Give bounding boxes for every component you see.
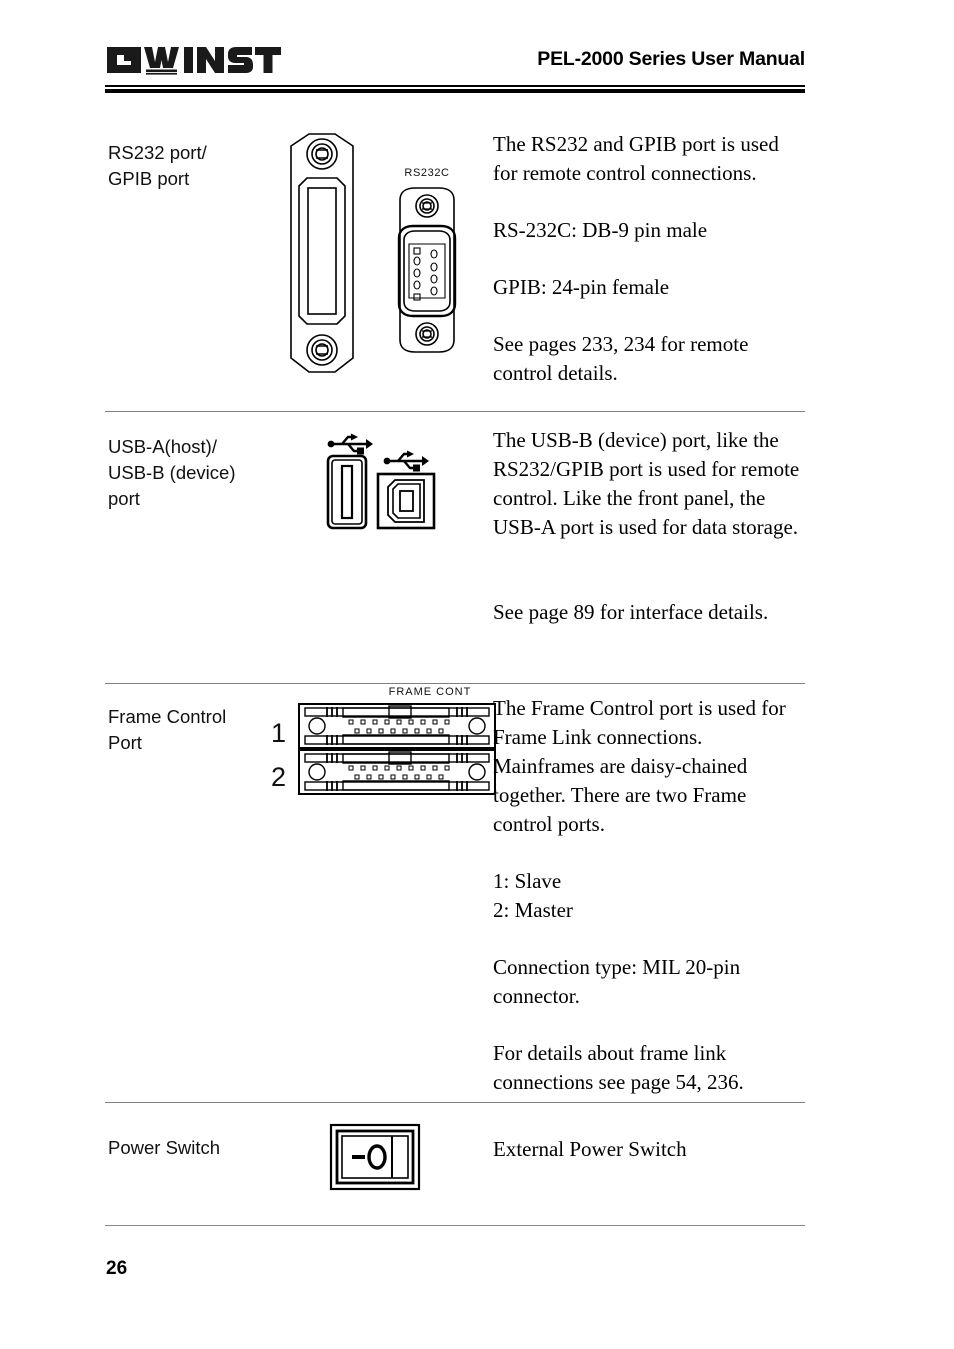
row-label-line: GPIB port xyxy=(108,168,190,189)
mil-20pin-connectors-icon xyxy=(298,703,496,795)
description-paragraph: 2: Master xyxy=(493,898,573,922)
description-paragraph: 1: Slave xyxy=(493,869,562,893)
row-label-line: Frame Control xyxy=(108,706,227,727)
header-rule-thick xyxy=(105,89,805,93)
description-paragraph: Connection type: MIL 20-pin connector. xyxy=(493,955,741,1008)
figure-frame-control: FRAME CONT 1 2 xyxy=(263,686,496,795)
table-row-rs232-gpib: RS232 port/ GPIB port RS232C The RS232 a… xyxy=(105,120,805,412)
row-label-usb: USB-A(host)/ USB-B (device) port xyxy=(108,434,298,512)
description-paragraph: External Power Switch xyxy=(493,1137,687,1161)
table-row-usb: USB-A(host)/ USB-B (device) port The USB… xyxy=(105,412,805,684)
table-row-power-switch: Power Switch External Power Switch xyxy=(105,1103,805,1209)
row-label-line: Power Switch xyxy=(108,1137,221,1158)
row-label-power-switch: Power Switch xyxy=(108,1135,298,1161)
page-number: 26 xyxy=(106,1258,128,1279)
usb-connectors-icon xyxy=(326,433,436,530)
row-label-line: USB-A(host)/ xyxy=(108,436,217,457)
rs232-gpib-connector-icon: RS232C xyxy=(290,133,457,373)
row-label-line: RS232 port/ xyxy=(108,142,207,163)
row-label-line: Port xyxy=(108,732,142,753)
description-paragraph: For details about frame link connections… xyxy=(493,1041,744,1094)
description-paragraph: See pages 233, 234 for remote control de… xyxy=(493,332,749,385)
row-label-frame-control: Frame Control Port xyxy=(108,704,298,756)
rs232c-caption: RS232C xyxy=(404,167,449,179)
frame-port-1-number: 1 xyxy=(271,718,287,748)
description-paragraph: The RS232 and GPIB port is used for remo… xyxy=(493,132,779,185)
manual-page: PEL-2000 Series User Manual RS232 port/ … xyxy=(0,0,954,1349)
page-title: PEL-2000 Series User Manual xyxy=(537,48,805,70)
row-label-rs232-gpib: RS232 port/ GPIB port xyxy=(108,140,298,192)
description-paragraph: RS-232C: DB-9 pin male xyxy=(493,218,708,242)
spec-table: RS232 port/ GPIB port RS232C The RS232 a… xyxy=(105,120,805,1209)
footer-rule xyxy=(105,1225,805,1226)
row-description-rs232-gpib: The RS232 and GPIB port is used for remo… xyxy=(493,130,805,388)
row-description-power-switch: External Power Switch xyxy=(493,1135,805,1164)
gw-instek-logo xyxy=(105,42,281,76)
description-paragraph: The USB-B (device) port, like the RS232/… xyxy=(493,428,800,539)
description-paragraph: GPIB: 24-pin female xyxy=(493,275,670,299)
row-label-line: USB-B (device) xyxy=(108,462,236,483)
frame-port-2-number: 2 xyxy=(271,762,287,792)
header-rule-thin xyxy=(105,85,805,87)
description-paragraph: See page 89 for interface details. xyxy=(493,600,769,624)
description-paragraph: The Frame Control port is used for Frame… xyxy=(493,696,786,836)
row-label-line: port xyxy=(108,488,140,509)
power-rocker-switch-icon xyxy=(329,1123,421,1191)
table-row-frame-control: Frame Control Port FRAME CONT 1 2 The Fr… xyxy=(105,684,805,1103)
row-description-usb: The USB-B (device) port, like the RS232/… xyxy=(493,426,805,627)
figure-rs232-gpib: RS232C xyxy=(275,128,490,403)
row-description-frame-control: The Frame Control port is used for Frame… xyxy=(493,694,805,1097)
